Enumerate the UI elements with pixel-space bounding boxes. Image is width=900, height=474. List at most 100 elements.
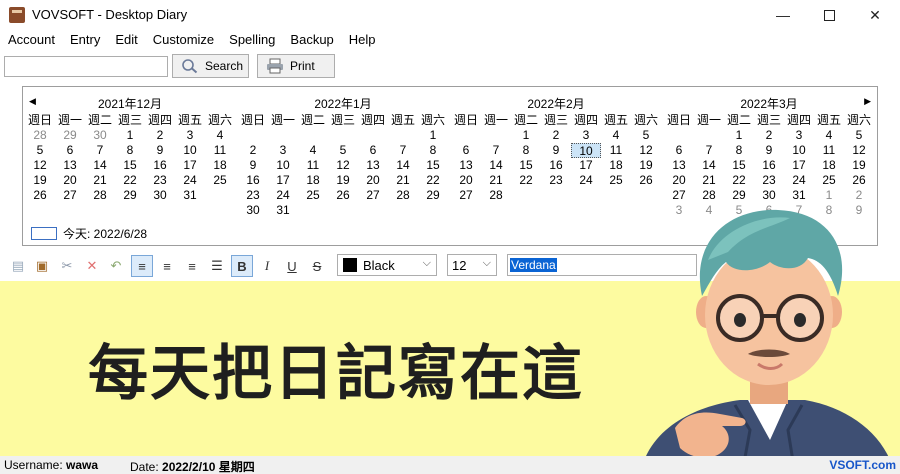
calendar-day[interactable]: 18 [814, 158, 844, 173]
calendar-day[interactable]: 24 [784, 173, 814, 188]
calendar-day[interactable]: 7 [388, 143, 418, 158]
delete-icon[interactable]: ✕ [81, 255, 103, 277]
font-size-select[interactable]: 12 ⌵ [447, 254, 497, 276]
calendar-day[interactable]: 24 [571, 173, 601, 188]
copy-icon[interactable]: ▤ [7, 255, 29, 277]
menu-account[interactable]: Account [0, 30, 62, 51]
calendar-day[interactable]: 7 [481, 143, 511, 158]
calendar-day[interactable]: 8 [724, 143, 754, 158]
print-button[interactable]: Print [257, 54, 335, 78]
menu-customize[interactable]: Customize [145, 30, 221, 51]
calendar-day[interactable]: 11 [814, 143, 844, 158]
calendar-day[interactable]: 12 [631, 143, 661, 158]
calendar-day[interactable]: 18 [298, 173, 328, 188]
calendar-day[interactable]: 1 [115, 128, 145, 143]
undo-icon[interactable]: ↶ [105, 255, 127, 277]
menu-backup[interactable]: Backup [282, 30, 340, 51]
calendar-day[interactable]: 27 [358, 188, 388, 203]
calendar-day[interactable]: 1 [511, 128, 541, 143]
calendar-day[interactable]: 20 [451, 173, 481, 188]
calendar-day[interactable]: 16 [145, 158, 175, 173]
calendar-day[interactable]: 24 [175, 173, 205, 188]
calendar-day[interactable]: 2 [238, 143, 268, 158]
calendar-day[interactable]: 30 [85, 128, 115, 143]
calendar-day[interactable]: 5 [631, 128, 661, 143]
calendar-day[interactable]: 21 [694, 173, 724, 188]
maximize-button[interactable] [806, 0, 852, 30]
calendar-day[interactable]: 19 [25, 173, 55, 188]
calendar-day[interactable]: 5 [844, 128, 874, 143]
calendar-day[interactable]: 10 [268, 158, 298, 173]
calendar-day[interactable]: 14 [694, 158, 724, 173]
calendar-day[interactable]: 19 [844, 158, 874, 173]
calendar-day[interactable]: 17 [175, 158, 205, 173]
calendar-day[interactable]: 8 [418, 143, 448, 158]
calendar-day[interactable]: 22 [511, 173, 541, 188]
calendar-day[interactable]: 25 [298, 188, 328, 203]
calendar-day[interactable]: 20 [55, 173, 85, 188]
calendar-day[interactable]: 16 [754, 158, 784, 173]
italic-icon[interactable]: I [256, 255, 278, 277]
calendar-day[interactable]: 15 [418, 158, 448, 173]
calendar-day[interactable]: 7 [85, 143, 115, 158]
calendar-day[interactable]: 4 [298, 143, 328, 158]
color-select[interactable]: Black ⌵ [337, 254, 437, 276]
calendar-day[interactable]: 28 [388, 188, 418, 203]
calendar-day[interactable]: 22 [418, 173, 448, 188]
calendar-day[interactable]: 11 [601, 143, 631, 158]
bullet-list-icon[interactable]: ☰ [206, 255, 228, 277]
calendar-day[interactable]: 17 [784, 158, 814, 173]
calendar-day[interactable]: 22 [724, 173, 754, 188]
calendar-day[interactable]: 24 [268, 188, 298, 203]
calendar-day[interactable]: 11 [205, 143, 235, 158]
calendar-day[interactable]: 10 [784, 143, 814, 158]
paste-icon[interactable]: ▣ [31, 255, 53, 277]
calendar-day[interactable]: 4 [814, 128, 844, 143]
calendar-day[interactable]: 21 [481, 173, 511, 188]
calendar-day[interactable]: 26 [25, 188, 55, 203]
calendar-day[interactable]: 4 [601, 128, 631, 143]
calendar-day[interactable]: 13 [451, 158, 481, 173]
calendar-day[interactable]: 31 [175, 188, 205, 203]
calendar-day[interactable]: 9 [754, 143, 784, 158]
calendar-day[interactable]: 3 [268, 143, 298, 158]
calendar-day[interactable]: 29 [55, 128, 85, 143]
selected-day[interactable]: 10 [571, 143, 601, 158]
calendar-day[interactable]: 19 [631, 158, 661, 173]
calendar-day[interactable]: 21 [388, 173, 418, 188]
search-input[interactable] [4, 56, 168, 77]
calendar-day[interactable]: 17 [268, 173, 298, 188]
month-title[interactable]: 2022年3月 [664, 95, 874, 112]
calendar-day[interactable]: 23 [145, 173, 175, 188]
calendar-day[interactable]: 9 [541, 143, 571, 158]
calendar-day[interactable]: 9 [145, 143, 175, 158]
calendar-day[interactable]: 14 [388, 158, 418, 173]
calendar-day[interactable]: 21 [85, 173, 115, 188]
calendar-day[interactable]: 29 [418, 188, 448, 203]
calendar-day[interactable]: 26 [328, 188, 358, 203]
calendar-day[interactable]: 20 [664, 173, 694, 188]
calendar-day[interactable]: 13 [358, 158, 388, 173]
calendar-day[interactable]: 13 [55, 158, 85, 173]
menu-entry[interactable]: Entry [62, 30, 107, 51]
calendar-day[interactable]: 3 [784, 128, 814, 143]
minimize-button[interactable]: — [760, 0, 806, 30]
calendar-day[interactable]: 31 [268, 203, 298, 218]
calendar-day[interactable]: 12 [328, 158, 358, 173]
align-left-icon[interactable]: ≡ [131, 255, 153, 277]
calendar-day[interactable]: 14 [85, 158, 115, 173]
calendar-day[interactable]: 14 [481, 158, 511, 173]
calendar-day[interactable]: 16 [238, 173, 268, 188]
calendar-day[interactable]: 12 [25, 158, 55, 173]
calendar-day[interactable]: 13 [664, 158, 694, 173]
calendar-day[interactable]: 27 [55, 188, 85, 203]
calendar-day[interactable]: 16 [541, 158, 571, 173]
menu-spelling[interactable]: Spelling [221, 30, 282, 51]
calendar-day[interactable]: 7 [694, 143, 724, 158]
calendar-day[interactable]: 4 [205, 128, 235, 143]
calendar-day[interactable]: 25 [814, 173, 844, 188]
calendar-day[interactable]: 28 [481, 188, 511, 203]
calendar-day[interactable]: 8 [511, 143, 541, 158]
calendar-day[interactable]: 11 [298, 158, 328, 173]
calendar-day[interactable]: 3 [175, 128, 205, 143]
